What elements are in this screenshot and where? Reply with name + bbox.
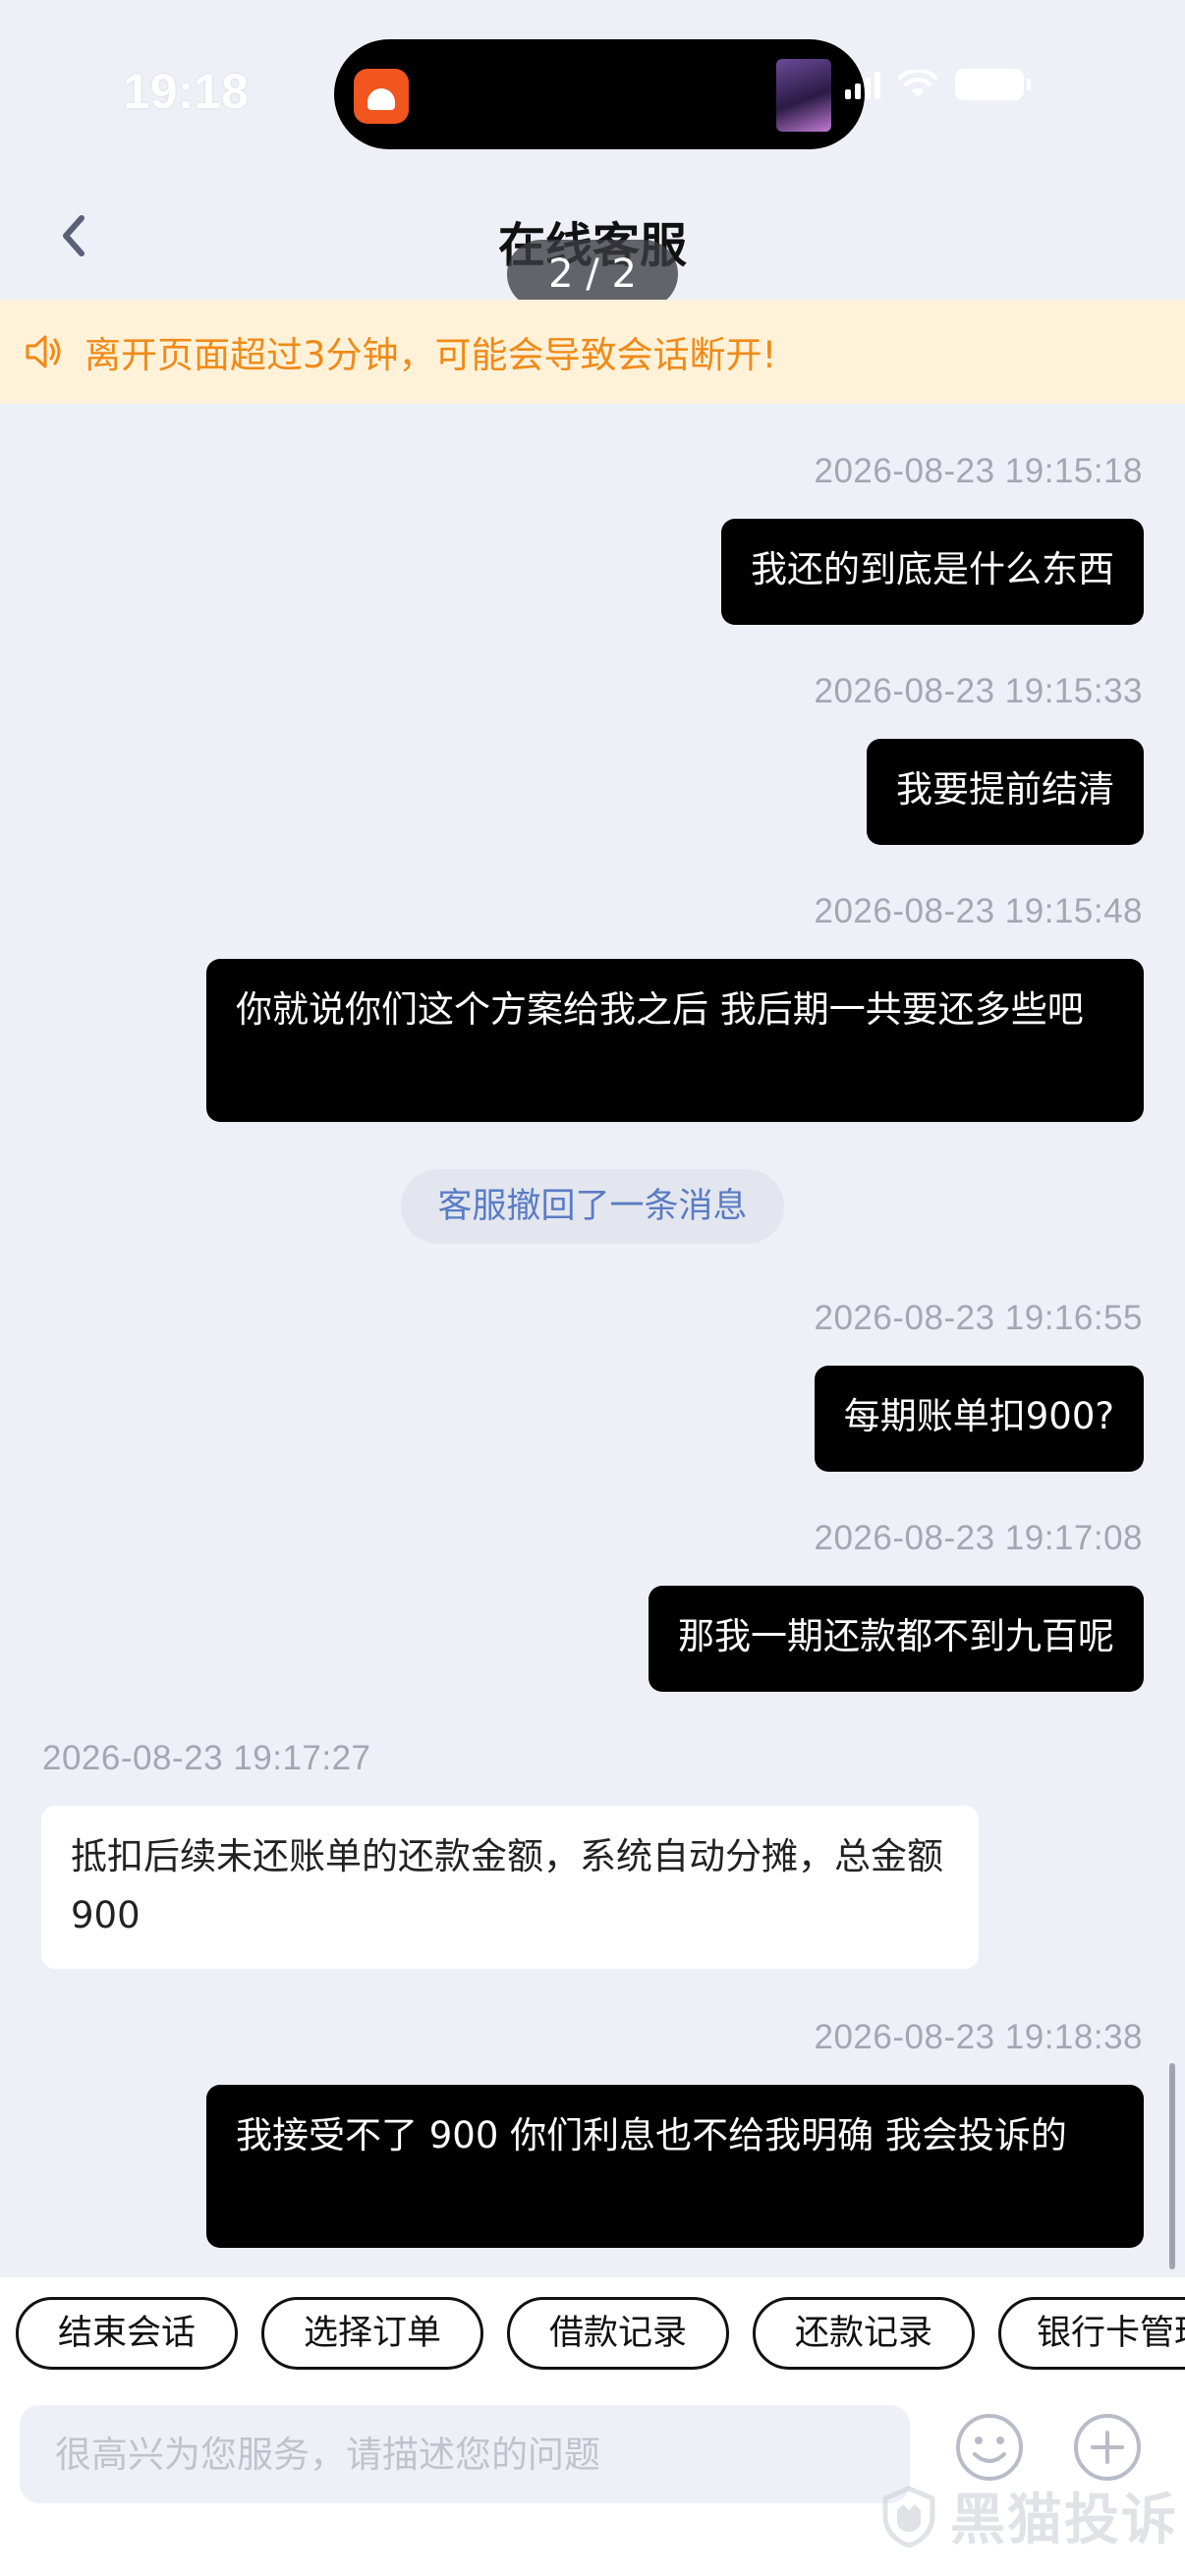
outgoing-message-bubble[interactable]: 我要提前结清 bbox=[867, 739, 1144, 845]
dynamic-island[interactable] bbox=[334, 39, 865, 149]
status-indicators bbox=[845, 69, 1031, 100]
outgoing-message-bubble[interactable]: 每期账单扣900? bbox=[814, 1366, 1144, 1472]
message-timestamp: 2026-08-23 19:15:33 bbox=[814, 672, 1143, 710]
battery-icon bbox=[955, 69, 1031, 100]
quick-action-bar: 结束会话 选择订单 借款记录 还款记录 银行卡管理 bbox=[0, 2277, 1185, 2391]
message-timestamp: 2026-08-23 19:15:18 bbox=[814, 452, 1143, 490]
message-timestamp: 2026-08-23 19:17:08 bbox=[814, 1519, 1143, 1557]
end-session-button[interactable]: 结束会话 bbox=[16, 2297, 238, 2370]
loan-records-button[interactable]: 借款记录 bbox=[507, 2297, 729, 2370]
session-timeout-notice: 离开页面超过3分钟，可能会导致会话断开! bbox=[0, 300, 1185, 404]
outgoing-message-bubble[interactable]: 我还的到底是什么东西 bbox=[721, 519, 1144, 625]
message-recalled-notice: 客服撤回了一条消息 bbox=[401, 1169, 784, 1244]
nav-header: 在线客服 2 / 2 bbox=[0, 177, 1185, 308]
message-input[interactable] bbox=[20, 2405, 910, 2503]
outgoing-message-bubble[interactable]: 那我一期还款都不到九百呢 bbox=[649, 1586, 1144, 1692]
cellular-signal-icon bbox=[845, 70, 880, 99]
outgoing-message-bubble[interactable]: 你就说你们这个方案给我之后 我后期一共要还多些吧 bbox=[206, 959, 1144, 1122]
repayment-records-button[interactable]: 还款记录 bbox=[753, 2297, 975, 2370]
incoming-message-bubble[interactable]: 抵扣后续未还账单的还款金额，系统自动分摊，总金额900 bbox=[41, 1806, 979, 1969]
app-activity-icon bbox=[354, 69, 409, 124]
media-artwork-thumbnail bbox=[776, 59, 831, 132]
watermark-text: 黑猫投诉 bbox=[950, 2489, 1178, 2552]
status-bar: 19:18 bbox=[0, 0, 1185, 177]
message-timestamp: 2026-08-23 19:15:48 bbox=[814, 892, 1143, 930]
outgoing-message-bubble[interactable]: 我接受不了 900 你们利息也不给我明确 我会投诉的 bbox=[206, 2085, 1144, 2248]
cat-shield-logo-icon bbox=[882, 2485, 935, 2548]
chat-scrollbar[interactable] bbox=[1169, 2063, 1175, 2269]
emoji-icon[interactable] bbox=[953, 2411, 1026, 2484]
select-order-button[interactable]: 选择订单 bbox=[261, 2297, 483, 2370]
wifi-icon bbox=[898, 70, 937, 97]
status-time: 19:18 bbox=[123, 64, 249, 119]
speaker-icon bbox=[26, 335, 61, 368]
notice-text: 离开页面超过3分钟，可能会导致会话断开! bbox=[85, 334, 777, 376]
bank-card-management-button[interactable]: 银行卡管理 bbox=[998, 2297, 1185, 2370]
message-timestamp: 2026-08-23 19:17:27 bbox=[42, 1739, 371, 1777]
message-timestamp: 2026-08-23 19:18:38 bbox=[814, 2018, 1143, 2056]
image-page-indicator: 2 / 2 bbox=[507, 240, 678, 308]
message-timestamp: 2026-08-23 19:16:55 bbox=[814, 1299, 1143, 1337]
watermark: 黑猫投诉 bbox=[879, 2476, 1178, 2555]
plus-icon[interactable] bbox=[1071, 2411, 1144, 2484]
